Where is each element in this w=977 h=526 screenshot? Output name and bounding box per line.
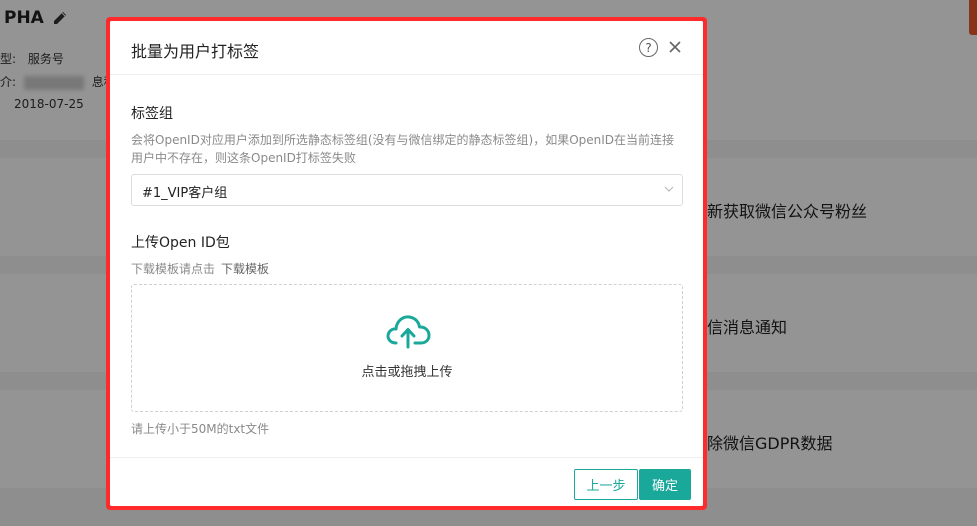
dialog-title: 批量为用户打标签 (131, 42, 260, 61)
chevron-down-icon (664, 186, 674, 192)
prev-step-button[interactable]: 上一步 (574, 469, 638, 500)
batch-tag-dialog: 批量为用户打标签 ? 标签组 会将OpenID对应用户添加到所选静态标签组(没有… (110, 21, 703, 506)
upload-label: 上传Open ID包 (131, 235, 230, 251)
tag-group-value: #1_VIP客户组 (142, 186, 228, 201)
tag-group-label: 标签组 (131, 106, 173, 122)
confirm-button[interactable]: 确定 (639, 469, 691, 500)
help-icon[interactable]: ? (639, 38, 658, 57)
tag-group-select[interactable]: #1_VIP客户组 (131, 174, 683, 206)
template-prefix: 下载模板请点击 (131, 262, 216, 276)
close-icon[interactable] (666, 38, 684, 56)
tag-group-description: 会将OpenID对应用户添加到所选静态标签组(没有与微信绑定的静态标签组)，如果… (131, 133, 675, 165)
template-line: 下载模板请点击 下载模板 (131, 260, 269, 277)
cloud-upload-icon (386, 315, 431, 349)
dropzone-text: 点击或拖拽上传 (361, 365, 453, 380)
upload-dropzone[interactable]: 点击或拖拽上传 (131, 284, 683, 412)
dialog-footer: 上一步 确定 (110, 457, 703, 506)
upload-hint: 请上传小于50M的txt文件 (131, 422, 270, 436)
download-template-link[interactable]: 下载模板 (221, 262, 269, 276)
dialog-header: 批量为用户打标签 ? (110, 21, 703, 75)
